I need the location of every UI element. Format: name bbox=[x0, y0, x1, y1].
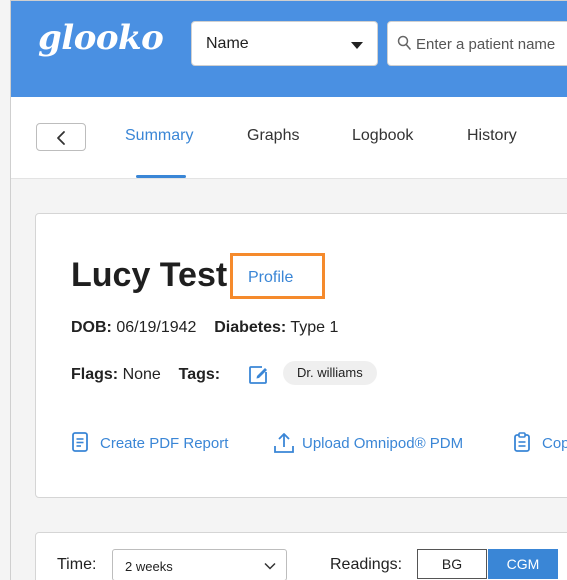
dob-label: DOB: bbox=[71, 319, 112, 336]
diabetes-value: Type 1 bbox=[290, 319, 339, 336]
tab-graphs[interactable]: Graphs bbox=[247, 127, 299, 145]
diabetes-label: Diabetes: bbox=[214, 319, 287, 336]
tab-history[interactable]: History bbox=[467, 127, 517, 145]
clipboard-icon bbox=[514, 432, 530, 452]
patient-info-row: DOB: 06/19/1942 Diabetes: Type 1 bbox=[71, 319, 338, 337]
upload-pdm-label: Upload Omnipod® PDM bbox=[302, 435, 464, 452]
edit-tags-icon[interactable] bbox=[248, 365, 268, 390]
back-button[interactable] bbox=[36, 123, 86, 151]
active-tab-indicator bbox=[136, 175, 186, 178]
filters-card: Time: 2 weeks Readings: BG CGM bbox=[35, 532, 567, 580]
top-header: glooko Name bbox=[11, 1, 567, 97]
upload-icon bbox=[274, 433, 294, 453]
caret-down-icon bbox=[351, 42, 363, 49]
tag-chip[interactable]: Dr. williams bbox=[283, 361, 377, 385]
time-range-value: 2 weeks bbox=[125, 559, 173, 574]
search-by-select[interactable]: Name bbox=[191, 21, 378, 66]
patient-name: Lucy Test bbox=[71, 256, 228, 294]
tab-logbook[interactable]: Logbook bbox=[352, 127, 413, 145]
document-icon bbox=[72, 432, 88, 452]
flags-value: None bbox=[122, 366, 161, 383]
copy-label: Cop bbox=[542, 435, 567, 452]
glooko-logo[interactable]: glooko bbox=[38, 18, 164, 58]
create-pdf-report-label: Create PDF Report bbox=[100, 435, 229, 452]
readings-label: Readings: bbox=[330, 556, 403, 573]
profile-highlight-box: Profile bbox=[230, 253, 325, 299]
patient-flags-row: Flags: None Tags: bbox=[71, 366, 220, 384]
flags-label: Flags: bbox=[71, 366, 119, 383]
tab-summary[interactable]: Summary bbox=[125, 127, 193, 145]
patient-card: Lucy Test Profile DOB: 06/19/1942 Diabet… bbox=[35, 213, 567, 498]
patient-nav-bar: Summary Graphs Logbook History bbox=[11, 97, 567, 179]
search-by-value: Name bbox=[206, 35, 249, 52]
time-range-select[interactable]: 2 weeks bbox=[112, 549, 287, 580]
readings-cgm-toggle[interactable]: CGM bbox=[488, 549, 558, 579]
readings-bg-toggle[interactable]: BG bbox=[417, 549, 487, 579]
time-label: Time: bbox=[57, 556, 97, 573]
app-window: glooko Name Summary Graphs Logbook Histo… bbox=[10, 0, 567, 580]
chevron-left-icon bbox=[57, 131, 65, 145]
patient-search-box[interactable] bbox=[387, 21, 567, 66]
tags-label: Tags: bbox=[178, 366, 221, 383]
dob-value: 06/19/1942 bbox=[116, 319, 197, 336]
profile-link[interactable]: Profile bbox=[248, 269, 293, 287]
search-icon bbox=[397, 35, 411, 56]
patient-search-input[interactable] bbox=[416, 30, 567, 58]
chevron-down-icon bbox=[264, 562, 276, 570]
